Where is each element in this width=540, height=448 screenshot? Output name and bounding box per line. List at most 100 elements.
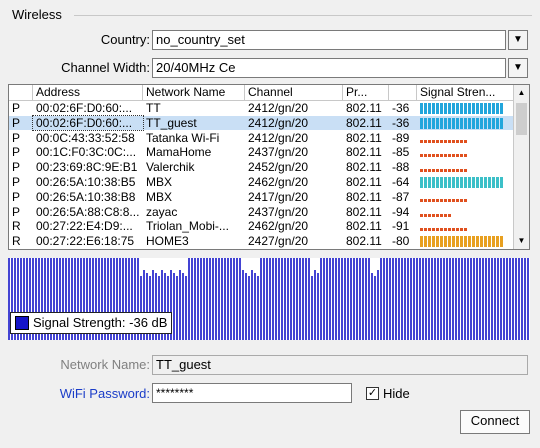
graph-bar <box>278 258 280 340</box>
network-name-label: Network Name: <box>60 357 150 372</box>
table-row[interactable]: P 00:02:6F:D0:60:... TT_guest 2412/gn/20 802… <box>9 114 515 131</box>
country-select[interactable]: no_country_set <box>152 30 506 50</box>
graph-bar <box>245 273 247 340</box>
graph-bar <box>494 258 496 340</box>
graph-bar <box>470 258 472 340</box>
signal-bar <box>464 154 467 158</box>
table-row[interactable]: P 00:02:6F:D0:60:... TT 2412/gn/20 802.11 -36 <box>9 101 515 115</box>
cell-network: Triolan_Mobi-... <box>146 219 229 234</box>
signal-bars <box>420 116 505 130</box>
table-row[interactable]: P 00:26:5A:10:38:B5 MBX 2462/gn/20 802.11 -64 <box>9 175 515 189</box>
cell-type: P <box>12 145 21 160</box>
wifi-password-input[interactable]: ******** <box>152 383 352 403</box>
graph-bar <box>311 276 313 340</box>
signal-bar <box>444 117 447 129</box>
col-header-type[interactable] <box>9 85 33 101</box>
cell-protocol: 802.11 <box>346 160 382 175</box>
signal-bar <box>468 117 471 129</box>
signal-bar <box>456 228 459 232</box>
graph-bar <box>419 258 421 340</box>
graph-bar <box>197 258 199 340</box>
graph-bar <box>224 258 226 340</box>
cell-type: P <box>12 130 21 145</box>
graph-bar <box>431 258 433 340</box>
channel-width-label: Channel Width: <box>61 60 150 75</box>
signal-bars <box>420 234 505 248</box>
col-header-signal[interactable] <box>389 85 417 101</box>
graph-bar <box>257 276 259 340</box>
graph-bar <box>506 258 508 340</box>
graph-bar <box>329 258 331 340</box>
graph-bar <box>299 258 301 340</box>
graph-bar <box>362 258 364 340</box>
graph-bar <box>251 270 253 340</box>
col-header-signal-strength[interactable]: Signal Stren... <box>417 85 515 101</box>
signal-bar <box>496 103 499 114</box>
graph-bar <box>467 258 469 340</box>
signal-bar <box>440 103 443 114</box>
col-header-channel[interactable]: Channel <box>245 85 343 101</box>
graph-bar <box>215 258 217 340</box>
col-header-address[interactable]: Address <box>33 85 143 101</box>
table-row[interactable]: R 00:27:22:E4:D9:... Triolan_Mobi-... 2462/… <box>9 219 515 233</box>
table-scrollbar[interactable]: ▲ ▼ <box>513 85 529 249</box>
signal-bar <box>436 177 439 188</box>
graph-bar <box>344 258 346 340</box>
signal-bar <box>488 117 491 129</box>
signal-bar <box>500 177 503 188</box>
signal-bar <box>492 236 495 248</box>
signal-bar <box>420 154 423 158</box>
graph-bar <box>185 276 187 340</box>
graph-bar <box>455 258 457 340</box>
signal-bar <box>492 177 495 188</box>
table-row[interactable]: P 00:23:69:8C:9E:B1 Valerchik 2452/gn/20 802… <box>9 160 515 174</box>
scroll-thumb[interactable] <box>516 103 527 135</box>
signal-bar <box>460 177 463 188</box>
signal-bar <box>476 236 479 248</box>
connect-button[interactable]: Connect <box>460 410 530 434</box>
graph-bar <box>254 273 256 340</box>
hide-label: Hide <box>383 386 410 401</box>
graph-bar <box>308 258 310 340</box>
cell-address: 00:0C:43:33:52:58 <box>36 130 135 145</box>
scroll-up-icon[interactable]: ▲ <box>514 85 529 101</box>
signal-bar <box>440 198 443 202</box>
table-row[interactable]: R 00:27:22:E6:18:75 HOME3 2427/gn/20 802.11-… <box>9 234 515 248</box>
cell-protocol: 802.11 <box>346 130 382 145</box>
hide-checkbox[interactable]: ✓ <box>366 387 379 400</box>
table-row[interactable]: P 00:26:5A:88:C8:8... zayac 2437/gn/20 802.1… <box>9 205 515 219</box>
signal-bar <box>452 103 455 114</box>
cell-protocol: 802.11 <box>346 115 382 130</box>
networks-table: Address Network Name Channel Pr... Signa… <box>8 84 530 250</box>
signal-bar <box>440 169 443 173</box>
channel-width-select[interactable]: 20/40MHz Ce <box>152 58 506 78</box>
table-row[interactable]: P 00:26:5A:10:38:B8 MBX 2417/gn/20 802.11 -87 <box>9 190 515 204</box>
cell-network: zayac <box>146 204 178 219</box>
signal-bar <box>444 139 447 143</box>
cell-protocol: 802.11 <box>346 219 382 234</box>
table-row[interactable]: P 00:0C:43:33:52:58 Tatanka Wi-Fi 2412/gn/2… <box>9 131 515 145</box>
channel-width-dropdown-icon[interactable]: ▼ <box>508 58 528 78</box>
cell-address: 00:23:69:8C:9E:B1 <box>36 160 138 175</box>
country-label: Country: <box>100 32 150 47</box>
country-dropdown-icon[interactable]: ▼ <box>508 30 528 50</box>
signal-bar <box>428 228 431 232</box>
signal-bar <box>432 177 435 188</box>
scroll-down-icon[interactable]: ▼ <box>514 233 529 249</box>
graph-bar <box>365 258 367 340</box>
col-header-network-name[interactable]: Network Name <box>143 85 245 101</box>
signal-bar <box>440 228 443 232</box>
signal-bar <box>496 177 499 188</box>
graph-bar <box>410 258 412 340</box>
signal-bar <box>424 139 427 143</box>
signal-bar <box>432 236 435 248</box>
signal-bar <box>436 154 439 158</box>
table-row[interactable]: P 00:1C:F0:3C:0C:... MamaHome 2437/gn/20 802… <box>9 145 515 159</box>
signal-bar <box>432 103 435 114</box>
signal-bar <box>484 103 487 114</box>
cell-signal: -89 <box>392 130 410 145</box>
graph-bar <box>404 258 406 340</box>
col-header-protocol[interactable]: Pr... <box>343 85 389 101</box>
signal-bar <box>420 228 423 232</box>
cell-type: P <box>12 204 21 219</box>
